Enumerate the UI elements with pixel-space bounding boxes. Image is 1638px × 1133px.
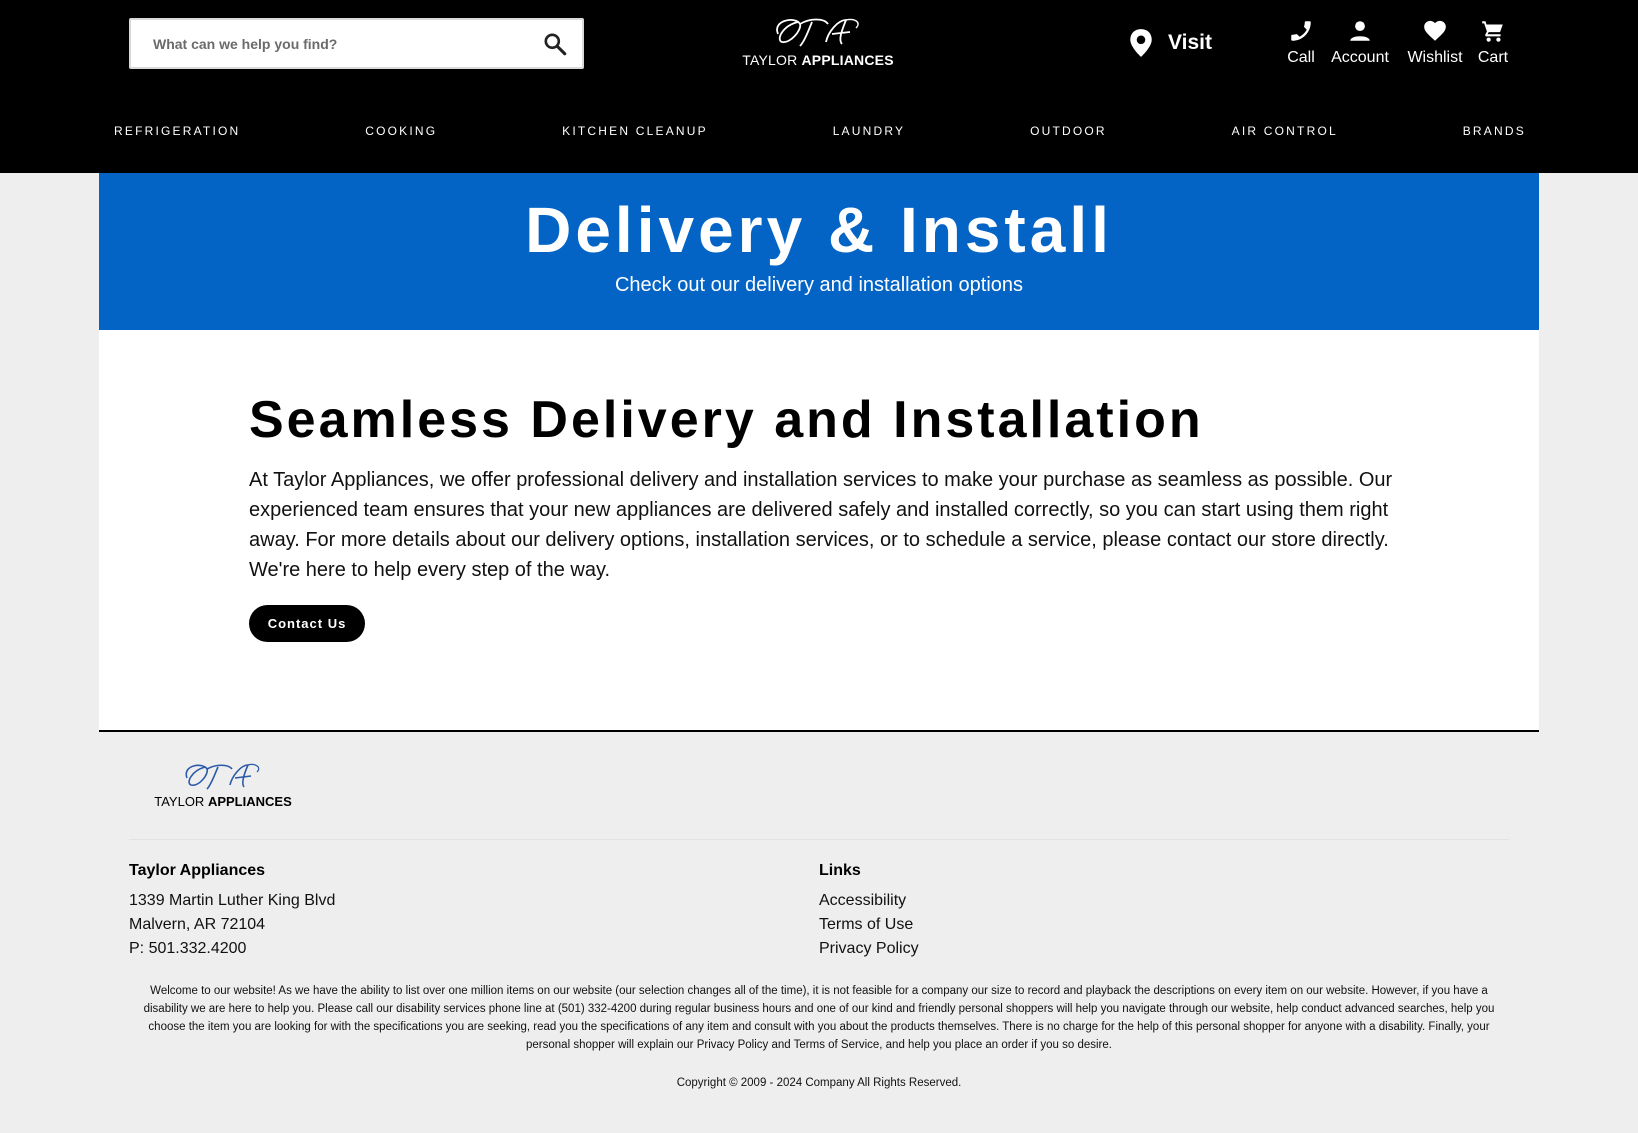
nav-air-control[interactable]: AIR CONTROL (1232, 124, 1338, 146)
footer-divider (129, 839, 1509, 840)
hero-subtitle: Check out our delivery and installation … (614, 274, 1024, 296)
logo-wordmark: TAYLOR APPLIANCES (742, 52, 894, 68)
footer-logo-wordmark: TAYLOR APPLIANCES (154, 794, 292, 809)
account-link[interactable]: Account (1327, 18, 1393, 67)
heart-icon (1424, 20, 1446, 41)
call-label: Call (1287, 49, 1315, 66)
cart-link[interactable]: Cart (1473, 18, 1513, 67)
footer-store-info: Taylor Appliances 1339 Martin Luther Kin… (129, 862, 729, 961)
wishlist-label: Wishlist (1407, 49, 1463, 66)
search-icon[interactable] (542, 31, 568, 57)
search-input[interactable] (153, 20, 523, 67)
site-logo[interactable]: TAYLOR APPLIANCES (738, 14, 898, 70)
contact-us-button[interactable]: Contact Us (249, 605, 365, 642)
visit-label: Visit (1168, 31, 1212, 54)
footer-logo-monogram (185, 763, 260, 790)
nav-kitchen-cleanup[interactable]: KITCHEN CLEANUP (562, 124, 708, 146)
store-name: Taylor Appliances (129, 862, 266, 879)
main-nav: REFRIGERATION COOKING KITCHEN CLEANUP LA… (100, 124, 1540, 146)
phone-icon (1291, 21, 1311, 41)
link-accessibility[interactable]: Accessibility (819, 889, 1419, 913)
person-icon (1350, 21, 1370, 41)
store-address-line1: 1339 Martin Luther King Blvd (129, 892, 336, 909)
link-privacy-policy[interactable]: Privacy Policy (819, 937, 1419, 961)
account-label: Account (1331, 49, 1389, 66)
nav-refrigeration[interactable]: REFRIGERATION (114, 124, 240, 146)
cart-label: Cart (1477, 49, 1509, 66)
links-heading: Links (819, 862, 861, 879)
footer-links: Links Accessibility Terms of Use Privacy… (819, 862, 1419, 961)
accessibility-disclaimer: Welcome to our website! As we have the a… (143, 985, 1495, 1051)
nav-cooking[interactable]: COOKING (365, 124, 437, 146)
wishlist-link[interactable]: Wishlist (1403, 18, 1467, 67)
site-header: TAYLOR APPLIANCES Visit Call Account Wis… (0, 0, 1638, 173)
page-title: Delivery & Install (525, 194, 1113, 266)
nav-outdoor[interactable]: OUTDOOR (1030, 124, 1107, 146)
nav-laundry[interactable]: LAUNDRY (833, 124, 906, 146)
nav-brands[interactable]: BRANDS (1463, 124, 1526, 146)
logo-monogram (776, 18, 859, 47)
hero-banner: Delivery & Install Check out our deliver… (99, 173, 1539, 330)
call-link[interactable]: Call (1282, 18, 1320, 67)
section-body: At Taylor Appliances, we offer professio… (249, 469, 1393, 581)
footer-logo[interactable]: TAYLOR APPLIANCES (153, 760, 293, 810)
search-box (129, 18, 584, 69)
copyright: Copyright © 2009 - 2024 Company All Righ… (676, 1077, 962, 1089)
section-heading: Seamless Delivery and Installation (249, 391, 1204, 449)
visit-link[interactable]: Visit (1128, 26, 1212, 60)
cart-icon (1482, 21, 1503, 42)
store-phone: P: 501.332.4200 (129, 940, 247, 957)
store-address-line2: Malvern, AR 72104 (129, 916, 266, 933)
link-terms-of-use[interactable]: Terms of Use (819, 913, 1419, 937)
content-section: Seamless Delivery and Installation At Ta… (99, 330, 1539, 732)
location-pin-icon (1130, 29, 1152, 57)
